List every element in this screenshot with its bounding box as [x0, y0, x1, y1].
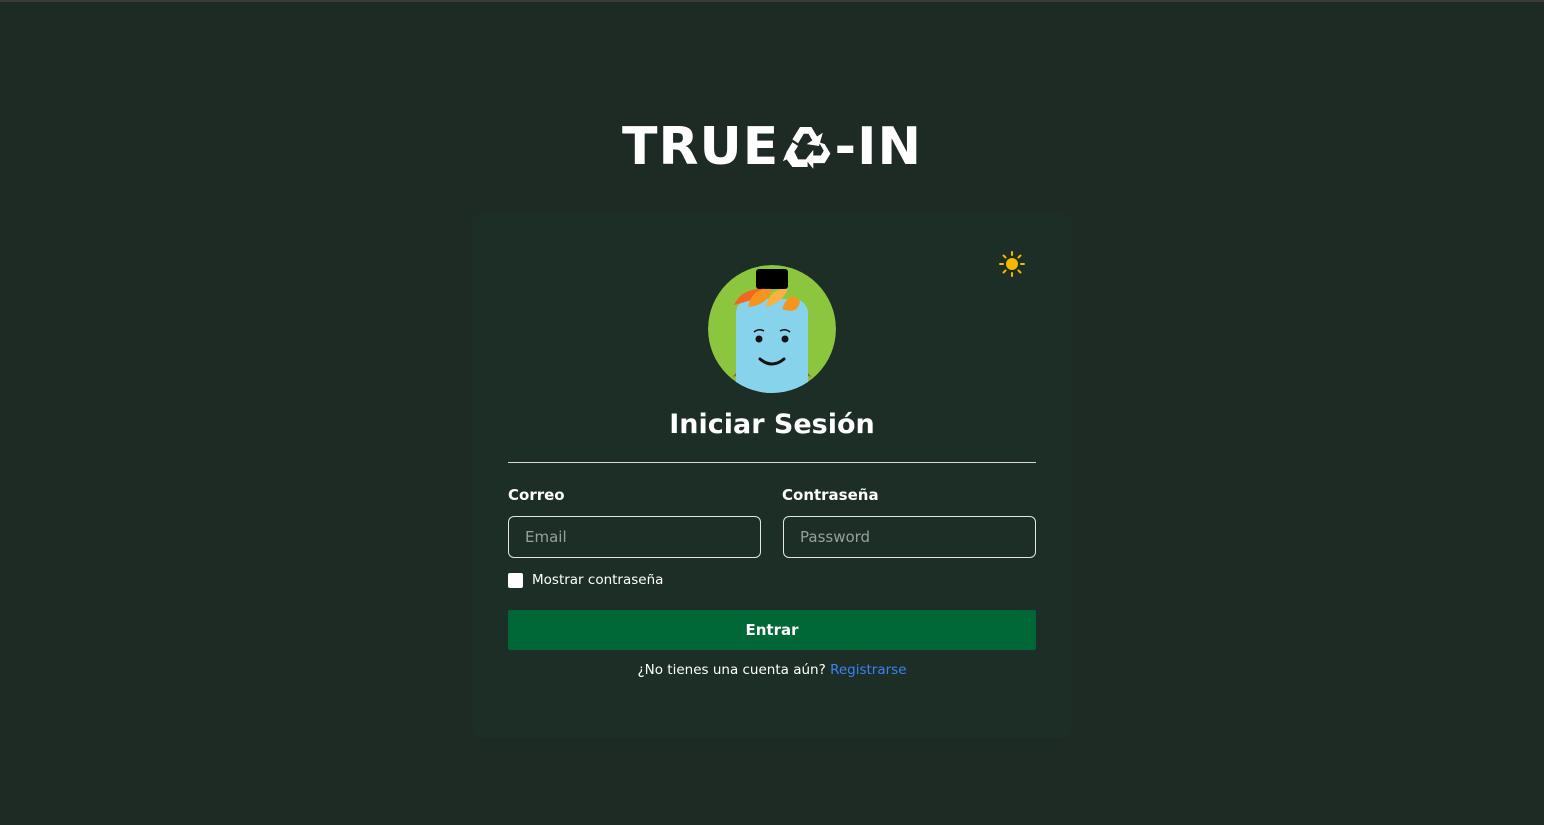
- signup-prompt-text: ¿No tienes una cuenta aún?: [637, 662, 831, 678]
- password-label: Contraseña: [782, 486, 879, 504]
- show-password-checkbox[interactable]: [508, 572, 523, 588]
- recycle-icon: [783, 127, 831, 169]
- mascot-avatar: [708, 265, 836, 393]
- email-input[interactable]: [508, 516, 761, 558]
- title-divider: [508, 462, 1036, 463]
- signup-prompt: ¿No tienes una cuenta aún? Registrarse: [472, 662, 1072, 678]
- sun-icon: [999, 251, 1025, 277]
- show-password-row: Mostrar contraseña: [508, 571, 663, 589]
- logo-text-left: TRUE: [622, 117, 780, 177]
- login-submit-button[interactable]: Entrar: [508, 610, 1036, 650]
- logo-text-right: -IN: [834, 117, 922, 177]
- window-top-border: [0, 0, 1544, 2]
- login-title: Iniciar Sesión: [669, 409, 875, 440]
- signup-link[interactable]: Registrarse: [830, 662, 906, 678]
- login-card: Iniciar Sesión Correo Contraseña Mostrar…: [472, 213, 1072, 738]
- show-password-label[interactable]: Mostrar contraseña: [532, 572, 663, 588]
- theme-toggle-button[interactable]: [999, 251, 1025, 277]
- email-label: Correo: [508, 486, 565, 504]
- bottle-mascot-icon: [708, 265, 836, 393]
- app-logo: TRUE -IN: [622, 117, 922, 177]
- password-input[interactable]: [783, 516, 1036, 558]
